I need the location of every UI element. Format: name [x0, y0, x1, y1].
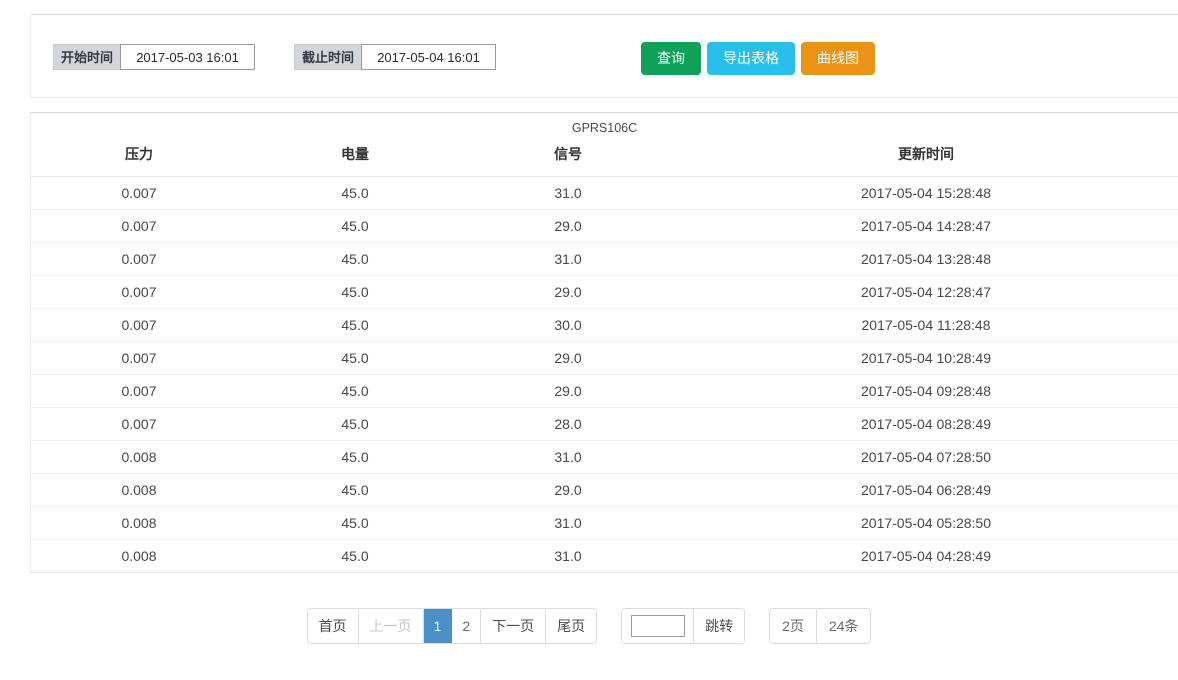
cell-updated-time: 2017-05-04 14:28:47	[673, 209, 1178, 243]
table-row: 0.007 45.0 30.0 2017-05-04 11:28:48	[31, 308, 1178, 342]
cell-pressure: 0.008	[31, 539, 247, 573]
jump-page-input[interactable]	[630, 615, 685, 637]
record-count-label: 24条	[816, 609, 871, 643]
table-row: 0.007 45.0 28.0 2017-05-04 08:28:49	[31, 407, 1178, 441]
column-header-updated: 更新时间	[673, 140, 1178, 177]
start-time-input[interactable]	[120, 44, 256, 70]
data-table-panel: GPRS106C 压力 电量 信号 更新时间 0.007 45.0 31.0 2017…	[30, 112, 1178, 573]
cell-updated-time: 2017-05-04 04:28:49	[673, 539, 1178, 573]
filter-row: 开始时间 截止时间 查询 导出表格 曲线图	[31, 15, 1178, 97]
cell-battery: 45.0	[247, 473, 463, 507]
end-time-label: 截止时间	[294, 44, 362, 70]
export-button[interactable]: 导出表格	[707, 42, 795, 75]
cell-pressure: 0.007	[31, 275, 247, 309]
table-row: 0.008 45.0 31.0 2017-05-04 05:28:50	[31, 506, 1178, 540]
cell-updated-time: 2017-05-04 10:28:49	[673, 341, 1178, 375]
column-header-signal: 信号	[463, 140, 673, 177]
pagination-first-button[interactable]: 首页	[307, 609, 359, 643]
cell-battery: 45.0	[247, 176, 463, 210]
table-row: 0.007 45.0 29.0 2017-05-04 10:28:49	[31, 341, 1178, 375]
cell-battery: 45.0	[247, 539, 463, 573]
cell-pressure: 0.008	[31, 506, 247, 540]
pagination-buttons: 首页 上一页 1 2 下一页 尾页	[306, 608, 598, 644]
start-time-group: 开始时间	[53, 44, 256, 70]
jump-input-shell	[622, 609, 695, 643]
cell-pressure: 0.008	[31, 473, 247, 507]
device-name-caption: GPRS106C	[571, 121, 638, 135]
pagination-inner: 首页 上一页 1 2 下一页 尾页 跳转 2页 24条	[306, 608, 872, 644]
cell-updated-time: 2017-05-04 09:28:48	[673, 374, 1178, 408]
cell-signal: 29.0	[463, 275, 673, 309]
table-header-row: 压力 电量 信号 更新时间	[31, 140, 1178, 177]
pagination-jump-group: 跳转	[621, 608, 746, 644]
pagination-next-button[interactable]: 下一页	[481, 609, 547, 643]
table-head: 压力 电量 信号 更新时间	[31, 140, 1178, 177]
cell-pressure: 0.007	[31, 374, 247, 408]
cell-signal: 30.0	[463, 308, 673, 342]
end-time-input[interactable]	[361, 44, 497, 70]
cell-pressure: 0.007	[31, 407, 247, 441]
cell-signal: 31.0	[463, 506, 673, 540]
chart-button[interactable]: 曲线图	[801, 42, 875, 75]
pagination-prev-button[interactable]: 上一页	[358, 609, 424, 643]
filter-panel: 开始时间 截止时间 查询 导出表格 曲线图	[30, 14, 1178, 98]
table-row: 0.007 45.0 31.0 2017-05-04 13:28:48	[31, 242, 1178, 276]
table-row: 0.008 45.0 29.0 2017-05-04 06:28:49	[31, 473, 1178, 507]
cell-pressure: 0.007	[31, 209, 247, 243]
start-time-label: 开始时间	[53, 44, 121, 70]
table-row: 0.007 45.0 31.0 2017-05-04 15:28:48	[31, 176, 1178, 210]
table-row: 0.007 45.0 29.0 2017-05-04 09:28:48	[31, 374, 1178, 408]
cell-updated-time: 2017-05-04 15:28:48	[673, 176, 1178, 210]
page-count-label: 2页	[770, 609, 817, 643]
cell-battery: 45.0	[247, 407, 463, 441]
query-button[interactable]: 查询	[641, 42, 701, 75]
cell-battery: 45.0	[247, 374, 463, 408]
cell-updated-time: 2017-05-04 08:28:49	[673, 407, 1178, 441]
cell-updated-time: 2017-05-04 07:28:50	[673, 440, 1178, 474]
cell-battery: 45.0	[247, 506, 463, 540]
cell-pressure: 0.007	[31, 176, 247, 210]
cell-signal: 31.0	[463, 440, 673, 474]
pagination-bar: 首页 上一页 1 2 下一页 尾页 跳转 2页 24条	[0, 608, 1178, 644]
column-header-pressure: 压力	[31, 140, 247, 177]
column-header-battery: 电量	[247, 140, 463, 177]
cell-signal: 29.0	[463, 341, 673, 375]
pagination-page-2[interactable]: 2	[452, 609, 482, 643]
table-row: 0.007 45.0 29.0 2017-05-04 14:28:47	[31, 209, 1178, 243]
table-body: 0.007 45.0 31.0 2017-05-04 15:28:48 0.007 45.…	[31, 176, 1178, 573]
cell-signal: 31.0	[463, 176, 673, 210]
pagination-page-1[interactable]: 1	[423, 609, 453, 643]
cell-battery: 45.0	[247, 440, 463, 474]
cell-updated-time: 2017-05-04 05:28:50	[673, 506, 1178, 540]
table-row: 0.008 45.0 31.0 2017-05-04 07:28:50	[31, 440, 1178, 474]
cell-signal: 28.0	[463, 407, 673, 441]
cell-signal: 29.0	[463, 374, 673, 408]
cell-battery: 45.0	[247, 275, 463, 309]
pagination-summary-group: 2页 24条	[769, 608, 872, 644]
cell-battery: 45.0	[247, 242, 463, 276]
cell-pressure: 0.007	[31, 341, 247, 375]
cell-signal: 29.0	[463, 473, 673, 507]
cell-battery: 45.0	[247, 209, 463, 243]
measurements-table: 压力 电量 信号 更新时间 0.007 45.0 31.0 2017-05-04 15…	[31, 140, 1178, 573]
cell-battery: 45.0	[247, 341, 463, 375]
pagination-last-button[interactable]: 尾页	[546, 609, 597, 643]
cell-battery: 45.0	[247, 308, 463, 342]
jump-button[interactable]: 跳转	[694, 609, 745, 643]
cell-updated-time: 2017-05-04 11:28:48	[673, 308, 1178, 342]
cell-pressure: 0.008	[31, 440, 247, 474]
table-row: 0.008 45.0 31.0 2017-05-04 04:28:49	[31, 539, 1178, 573]
cell-signal: 31.0	[463, 539, 673, 573]
cell-pressure: 0.007	[31, 308, 247, 342]
cell-signal: 31.0	[463, 242, 673, 276]
cell-updated-time: 2017-05-04 06:28:49	[673, 473, 1178, 507]
cell-pressure: 0.007	[31, 242, 247, 276]
cell-updated-time: 2017-05-04 12:28:47	[673, 275, 1178, 309]
table-row: 0.007 45.0 29.0 2017-05-04 12:28:47	[31, 275, 1178, 309]
cell-signal: 29.0	[463, 209, 673, 243]
end-time-group: 截止时间	[294, 44, 497, 70]
cell-updated-time: 2017-05-04 13:28:48	[673, 242, 1178, 276]
